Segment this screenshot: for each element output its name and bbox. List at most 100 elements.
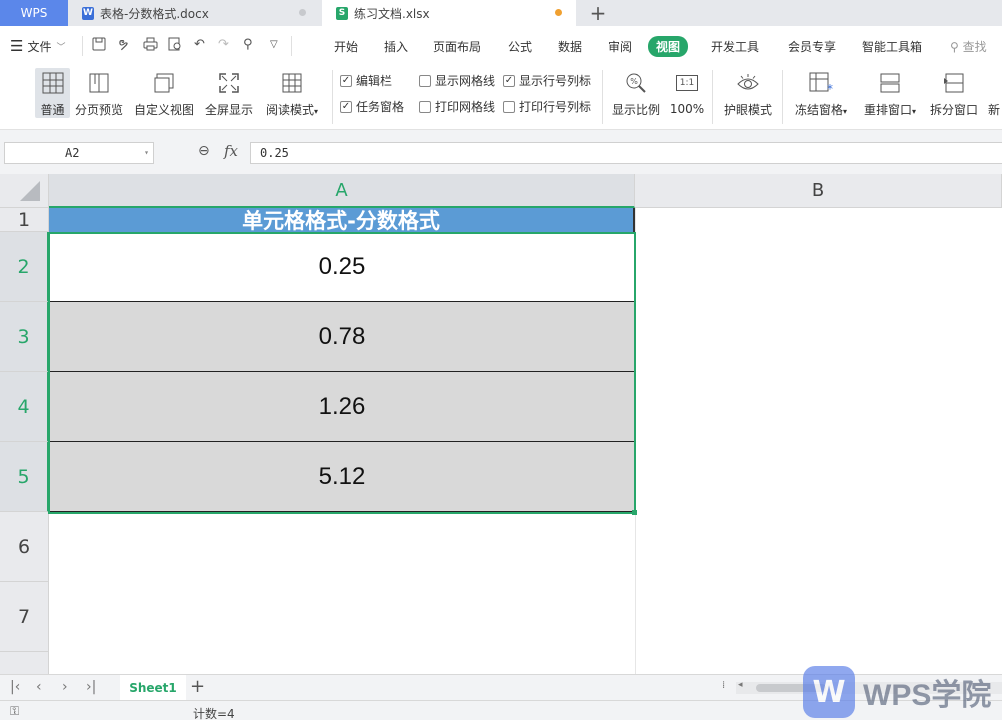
tab-insert[interactable]: 插入	[384, 38, 408, 55]
row-header-5[interactable]: 5	[0, 442, 49, 512]
scroll-split-handle[interactable]: ⁞	[722, 680, 725, 691]
file-menu-button[interactable]: ☰ 文件 ﹀	[10, 37, 65, 55]
search-box[interactable]: ⚲ 查找	[950, 38, 987, 55]
macro-record-icon[interactable]: ⚿	[10, 704, 19, 719]
wps-home-tab[interactable]: WPS	[0, 0, 68, 26]
page-break-preview-button[interactable]: 分页预览	[74, 68, 124, 118]
document-tab-xlsx[interactable]: S 练习文档.xlsx	[322, 0, 576, 26]
first-sheet-icon[interactable]: |‹	[10, 679, 20, 695]
reading-mode-icon	[279, 70, 305, 95]
new-tab-button[interactable]: +	[586, 0, 610, 26]
dropdown-arrow-icon: ▾	[314, 107, 319, 116]
row-header-1[interactable]: 1	[0, 208, 49, 232]
tab-review[interactable]: 审阅	[608, 38, 632, 55]
redo-icon[interactable]: ↷	[218, 37, 229, 52]
sheet-file-icon: S	[336, 6, 348, 20]
menu-bar: ☰ 文件 ﹀ ຯ ↶ ↷ ⚲ ▽ 开始 插入 页面布局 公式 数据 审阅 视图 …	[0, 26, 1002, 64]
unsaved-indicator-icon[interactable]	[555, 9, 562, 16]
freeze-panes-button[interactable]: * 冻结窗格▾	[791, 68, 851, 118]
zoom-formula-icon[interactable]: ⊖	[198, 143, 210, 159]
insert-function-button[interactable]: fx	[224, 142, 238, 160]
file-menu-label: 文件	[27, 39, 52, 54]
tab-smart-tools[interactable]: 智能工具箱	[862, 38, 922, 55]
row-header-7[interactable]: 7	[0, 582, 49, 652]
sheet-tab-sheet1[interactable]: Sheet1	[120, 675, 186, 700]
name-box[interactable]: A2 ▾	[4, 142, 154, 164]
task-pane-checkbox[interactable]: ✓ 任务窗格	[340, 98, 404, 115]
split-window-label: 拆分窗口	[929, 103, 978, 117]
eye-mode-label: 护眼模式	[723, 103, 772, 117]
tab-view[interactable]: 视图	[648, 36, 689, 57]
checkbox-label: 显示网格线	[435, 74, 496, 88]
split-window-button[interactable]: 拆分窗口	[928, 68, 980, 118]
format-painter-icon[interactable]: ຯ	[118, 37, 128, 52]
title-cell-a1[interactable]: 单元格格式-分数格式	[49, 208, 635, 233]
last-sheet-icon[interactable]: ›|	[86, 679, 96, 695]
row-header-4[interactable]: 4	[0, 372, 49, 442]
checkbox-unchecked-icon	[419, 100, 431, 113]
print-gridlines-checkbox[interactable]: 打印网格线	[419, 98, 495, 115]
customize-toolbar-icon[interactable]: ▽	[270, 39, 278, 50]
zoom-button[interactable]: % 显示比例	[610, 68, 662, 118]
undo-icon[interactable]: ↶	[194, 37, 205, 52]
row-header-8[interactable]	[0, 652, 49, 674]
fullscreen-button[interactable]: 全屏显示	[204, 68, 254, 118]
checkbox-label: 显示行号列标	[519, 74, 592, 88]
column-header-a[interactable]: A	[49, 174, 635, 208]
new-window-button[interactable]: 新	[986, 68, 1002, 118]
scroll-left-icon[interactable]: ◂	[738, 680, 743, 690]
cell-a5[interactable]: 5.12	[49, 442, 635, 512]
row-header-3[interactable]: 3	[0, 302, 49, 372]
dropdown-arrow-icon: ▾	[843, 107, 848, 116]
cell-a3[interactable]: 0.78	[49, 302, 635, 372]
show-headings-checkbox[interactable]: ✓ 显示行号列标	[503, 72, 591, 89]
save-icon[interactable]	[92, 37, 106, 55]
print-icon[interactable]	[143, 37, 158, 55]
tab-start[interactable]: 开始	[334, 38, 358, 55]
rearrange-windows-button[interactable]: 重排窗口▾	[860, 68, 920, 118]
prev-sheet-icon[interactable]: ‹	[36, 679, 42, 695]
checkbox-label: 编辑栏	[356, 74, 393, 88]
normal-view-button[interactable]: 普通	[35, 68, 70, 118]
tab-developer[interactable]: 开发工具	[711, 38, 759, 55]
word-file-icon: W	[82, 6, 94, 20]
tab-page-layout[interactable]: 页面布局	[433, 38, 481, 55]
freeze-panes-text: 冻结窗格	[794, 103, 843, 117]
document-tab-docx[interactable]: W 表格-分数格式.docx	[68, 0, 320, 26]
tab-formulas[interactable]: 公式	[508, 38, 532, 55]
normal-view-label: 普通	[40, 103, 65, 117]
tab-data[interactable]: 数据	[558, 38, 582, 55]
show-gridlines-checkbox[interactable]: 显示网格线	[419, 72, 495, 89]
select-all-button[interactable]	[0, 174, 49, 208]
column-header-b[interactable]: B	[635, 174, 1002, 208]
fill-handle[interactable]	[632, 510, 637, 515]
tab-member[interactable]: 会员专享	[788, 38, 836, 55]
actual-size-text: 1:1	[675, 75, 699, 91]
row-header-6[interactable]: 6	[0, 512, 49, 582]
print-headings-checkbox[interactable]: 打印行号列标	[503, 98, 591, 115]
add-sheet-button[interactable]: +	[190, 676, 205, 697]
formula-bar-checkbox[interactable]: ✓ 编辑栏	[340, 72, 392, 89]
close-tab-icon[interactable]	[299, 9, 306, 16]
freeze-panes-icon: *	[808, 70, 834, 95]
custom-view-button[interactable]: 自定义视图	[133, 68, 195, 118]
find-icon[interactable]: ⚲	[243, 37, 253, 52]
fullscreen-icon	[216, 70, 242, 95]
cell-a4[interactable]: 1.26	[49, 372, 635, 442]
eye-mode-button[interactable]: 护眼模式	[722, 68, 774, 118]
svg-text:*: *	[827, 82, 833, 94]
page-break-icon	[86, 70, 112, 95]
rearrange-windows-label: 重排窗口▾	[864, 101, 916, 118]
checkbox-checked-icon: ✓	[503, 74, 515, 87]
zoom-100-button[interactable]: 1:1 100%	[668, 68, 706, 118]
grid-icon	[40, 70, 66, 95]
new-window-label: 新	[987, 103, 1000, 117]
print-preview-icon[interactable]	[168, 37, 182, 55]
reading-mode-button[interactable]: 阅读模式▾	[263, 68, 321, 118]
next-sheet-icon[interactable]: ›	[62, 679, 68, 695]
wps-academy-watermark: W WPS学院	[803, 666, 991, 718]
row-header-2[interactable]: 2	[0, 232, 49, 302]
formula-input[interactable]: 0.25	[250, 142, 1002, 164]
cell-a2[interactable]: 0.25	[49, 232, 635, 302]
eye-icon	[735, 70, 761, 95]
